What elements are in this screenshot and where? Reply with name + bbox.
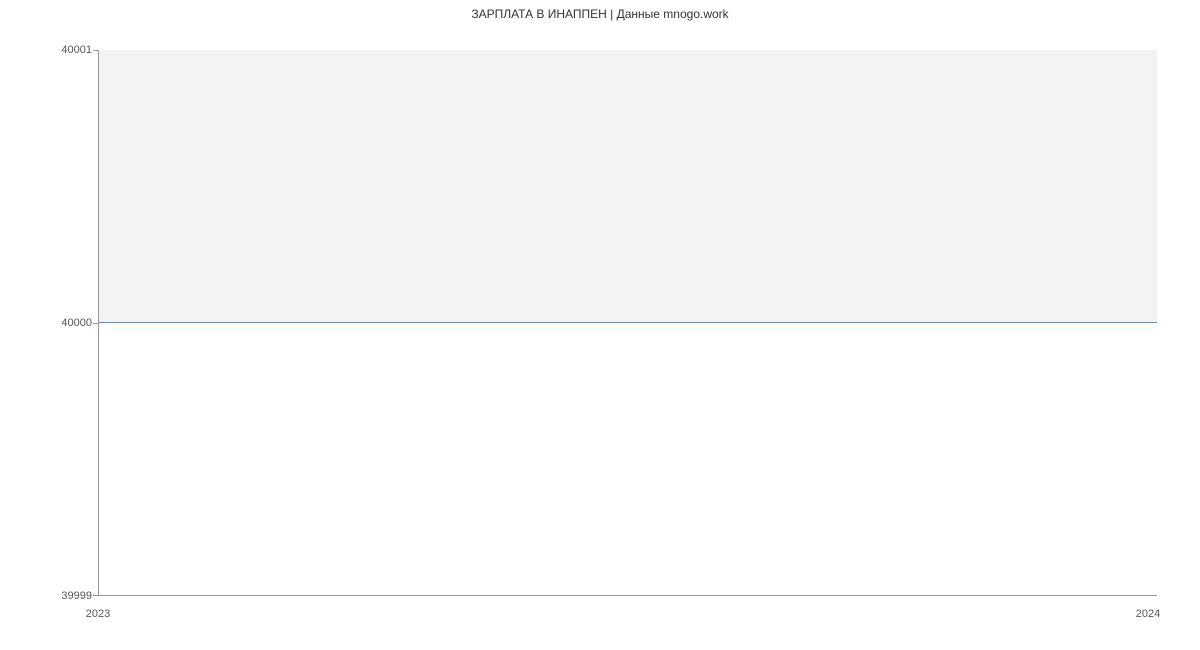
chart-title: ЗАРПЛАТА В ИНАППЕН | Данные mnogo.work xyxy=(0,7,1200,21)
y-tick xyxy=(93,595,99,596)
plot-background-upper xyxy=(99,50,1157,323)
x-axis-tick-label: 2023 xyxy=(86,608,110,620)
y-axis-tick-label: 40000 xyxy=(61,317,92,329)
y-tick xyxy=(93,323,99,324)
y-axis-tick-label: 39999 xyxy=(61,590,92,602)
line-series xyxy=(99,322,1157,323)
x-axis-tick-label: 2024 xyxy=(1136,608,1160,620)
plot-area xyxy=(98,50,1157,596)
y-axis-tick-label: 40001 xyxy=(61,44,92,56)
y-tick xyxy=(93,50,99,51)
